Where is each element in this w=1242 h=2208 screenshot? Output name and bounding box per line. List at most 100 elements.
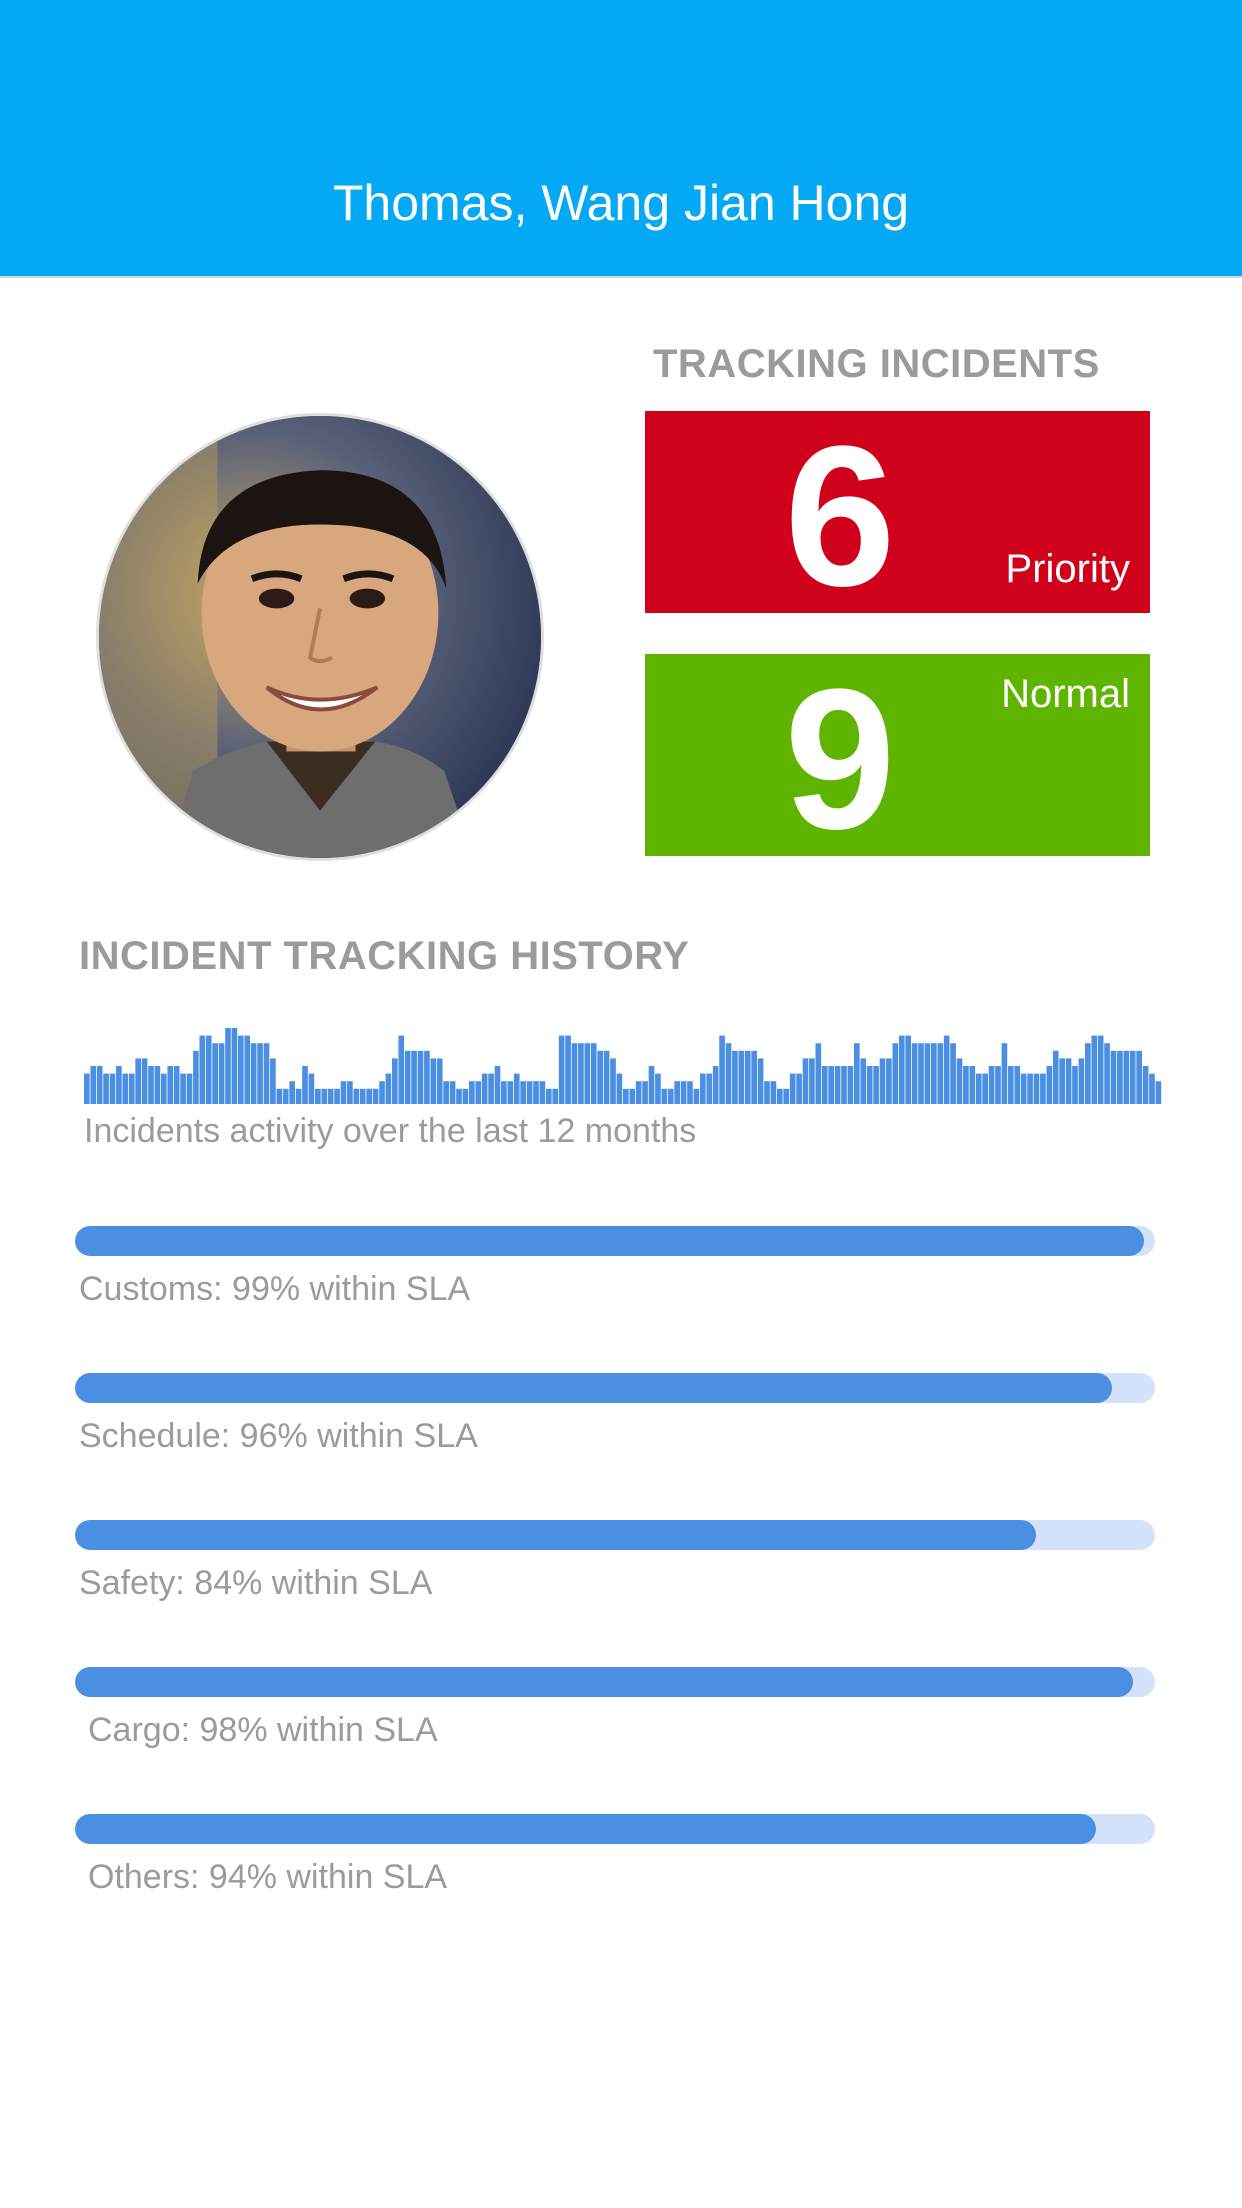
sparkline-bar xyxy=(1091,1035,1098,1104)
sparkline-bar xyxy=(712,1066,719,1104)
sparkline-bar xyxy=(1059,1058,1065,1104)
sparkline-bar xyxy=(796,1073,802,1104)
sparkline-bar xyxy=(494,1066,501,1104)
sparkline-bar xyxy=(282,1088,289,1104)
avatar[interactable] xyxy=(96,413,544,861)
sparkline-bar xyxy=(956,1058,963,1104)
sparkline-bar xyxy=(321,1088,328,1104)
sparkline-bar xyxy=(1097,1035,1104,1104)
sparkline-bar xyxy=(1142,1066,1149,1104)
sparkline-bar xyxy=(918,1043,924,1104)
sparkline-bar xyxy=(892,1043,899,1104)
sparkline-bar xyxy=(905,1035,911,1104)
sparkline-bar xyxy=(1033,1073,1040,1104)
sparkline-bar xyxy=(571,1043,578,1104)
sparkline-bar xyxy=(590,1043,597,1104)
sparkline-bar xyxy=(96,1066,103,1104)
sparkline-bar xyxy=(1129,1050,1136,1104)
sparkline-bar xyxy=(481,1073,488,1104)
sparkline-bar xyxy=(379,1081,385,1104)
sla-progress-fill xyxy=(75,1373,1112,1403)
sparkline-bar xyxy=(250,1043,257,1104)
sparkline-bar xyxy=(1104,1043,1110,1104)
sparkline-bar xyxy=(1123,1050,1130,1104)
sla-progress-fill xyxy=(75,1226,1145,1256)
sparkline-bar xyxy=(732,1050,738,1104)
sparkline-bar xyxy=(327,1088,334,1104)
sparkline-bar xyxy=(411,1050,417,1104)
priority-label: Priority xyxy=(1005,547,1130,591)
sparkline-bar xyxy=(212,1043,218,1104)
sparkline-bar xyxy=(270,1058,276,1104)
sparkline-bar xyxy=(366,1088,372,1104)
sparkline-bar xyxy=(116,1066,122,1104)
sparkline-bar xyxy=(597,1050,603,1104)
sparkline-bar xyxy=(879,1058,886,1104)
sparkline-bar xyxy=(565,1035,571,1104)
sparkline-bar xyxy=(128,1073,135,1104)
sparkline-bar xyxy=(173,1066,180,1104)
sparkline-bar xyxy=(372,1088,379,1104)
sparkline-bar xyxy=(687,1081,693,1104)
sparkline-bar xyxy=(950,1043,956,1104)
sparkline-bar xyxy=(988,1066,995,1104)
sparkline-bar xyxy=(456,1088,462,1104)
sparkline-bar xyxy=(501,1081,507,1104)
sparkline-bar xyxy=(924,1043,931,1104)
person-photo-icon xyxy=(99,416,541,858)
sparkline-bar xyxy=(218,1043,225,1104)
sparkline-bar xyxy=(315,1088,321,1104)
priority-incidents-tile[interactable]: 6 Priority xyxy=(645,411,1150,617)
sparkline-bar xyxy=(815,1043,822,1104)
sparkline-bar xyxy=(860,1058,867,1104)
sparkline-bar xyxy=(975,1073,982,1104)
sparkline-bar xyxy=(802,1058,809,1104)
sparkline-bar xyxy=(392,1058,398,1104)
sparkline-bar xyxy=(982,1073,988,1104)
sparkline-bar xyxy=(943,1035,950,1104)
sparkline-bar xyxy=(167,1066,174,1104)
sparkline-bar xyxy=(1065,1058,1072,1104)
priority-count: 6 xyxy=(784,405,896,628)
sparkline-bar xyxy=(1072,1066,1078,1104)
sparkline-bar xyxy=(1155,1081,1162,1104)
sparkline-bar xyxy=(616,1073,623,1104)
tracking-heading: TRACKING INCIDENTS xyxy=(653,342,1100,386)
sparkline-bar xyxy=(276,1088,283,1104)
sparkline-bar xyxy=(347,1081,353,1104)
sparkline-bar xyxy=(680,1081,687,1104)
sparkline-bar xyxy=(186,1073,193,1104)
sparkline-bar xyxy=(1008,1066,1014,1104)
sparkline-bar xyxy=(693,1088,700,1104)
sparkline-bar xyxy=(436,1058,443,1104)
sparkline-bar xyxy=(334,1088,340,1104)
sparkline-bar xyxy=(84,1073,90,1104)
sparkline-bar xyxy=(122,1073,129,1104)
sparkline-bar xyxy=(1110,1050,1117,1104)
sla-progress-safety xyxy=(75,1520,1155,1550)
incident-activity-sparkline xyxy=(84,1024,1162,1104)
sla-progress-fill xyxy=(75,1667,1134,1697)
sparkline-bar xyxy=(1001,1043,1008,1104)
sparkline-bar xyxy=(828,1066,834,1104)
sparkline-bar xyxy=(398,1035,405,1104)
normal-incidents-tile[interactable]: 9 Normal xyxy=(645,654,1150,860)
sparkline-bar xyxy=(148,1066,154,1104)
sparkline-bar xyxy=(700,1073,706,1104)
sparkline-bar xyxy=(205,1035,212,1104)
sparkline-bar xyxy=(289,1081,295,1104)
sla-label-cargo: Cargo: 98% within SLA xyxy=(88,1711,438,1749)
history-heading: INCIDENT TRACKING HISTORY xyxy=(79,934,690,978)
sparkline-bar xyxy=(340,1081,347,1104)
sparkline-bar xyxy=(161,1073,167,1104)
sparkline-bar xyxy=(154,1066,161,1104)
sparkline-bar xyxy=(744,1050,751,1104)
sparkline-bar xyxy=(488,1073,494,1104)
normal-label: Normal xyxy=(1001,672,1130,716)
sla-label-schedule: Schedule: 96% within SLA xyxy=(79,1417,478,1455)
sparkline-bar xyxy=(674,1081,680,1104)
sparkline-bar xyxy=(263,1043,270,1104)
sparkline-bar xyxy=(834,1066,841,1104)
sparkline-bar xyxy=(610,1058,616,1104)
sparkline-bar xyxy=(809,1058,815,1104)
